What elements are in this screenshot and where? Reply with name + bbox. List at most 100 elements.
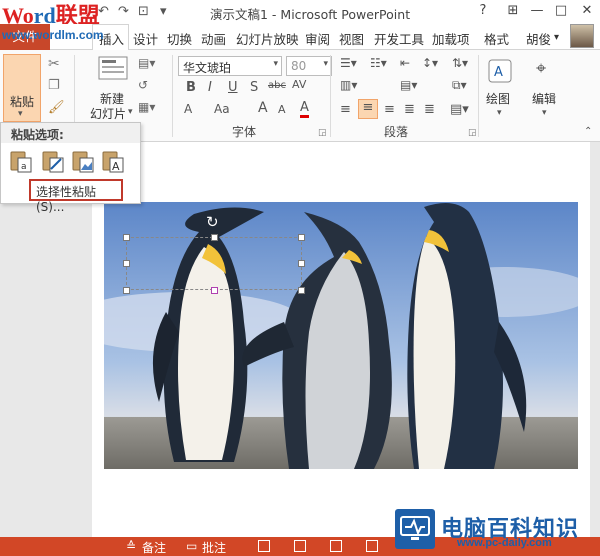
- selection-box[interactable]: [126, 237, 302, 290]
- notes-button[interactable]: 备注: [142, 539, 166, 556]
- svg-text:a: a: [21, 162, 27, 172]
- paragraph-group-label: 段落: [384, 125, 409, 139]
- tab-slideshow[interactable]: 幻灯片放映: [236, 29, 299, 48]
- align-center-icon[interactable]: ≡: [358, 99, 378, 119]
- ribbon-display-icon[interactable]: ⊞: [500, 0, 526, 22]
- drawing-dropdown-icon[interactable]: ▾: [497, 108, 502, 118]
- editing-label[interactable]: 编辑: [532, 90, 556, 107]
- redo-icon[interactable]: ↷: [118, 4, 129, 19]
- char-spacing-button[interactable]: AV: [292, 78, 306, 91]
- font-name-combo[interactable]: 华文琥珀 ▾: [178, 56, 282, 76]
- decrease-indent-icon[interactable]: ⇤: [400, 56, 410, 70]
- tab-addins[interactable]: 加载项: [432, 29, 470, 48]
- shadow-button[interactable]: S: [250, 80, 258, 95]
- tab-developer[interactable]: 开发工具: [374, 29, 424, 48]
- resize-handle-b[interactable]: [211, 287, 218, 294]
- editing-dropdown-icon[interactable]: ▾: [542, 108, 547, 118]
- account-name[interactable]: 胡俊: [526, 29, 551, 48]
- tab-review[interactable]: 审阅: [305, 29, 330, 48]
- svg-text:A: A: [494, 65, 503, 80]
- brand-url: www.pc-daily.com: [457, 537, 552, 549]
- tab-format[interactable]: 格式: [484, 29, 509, 48]
- paragraph-dialog-launcher-icon[interactable]: ◲: [468, 128, 477, 138]
- normal-view-icon[interactable]: [258, 540, 270, 552]
- align-right-icon[interactable]: ≡: [384, 102, 395, 117]
- clear-format-button[interactable]: A: [184, 102, 192, 116]
- resize-handle-l[interactable]: [123, 260, 130, 267]
- minimize-button[interactable]: —: [524, 0, 550, 22]
- avatar[interactable]: [570, 24, 594, 48]
- section-icon[interactable]: ▦▾: [138, 100, 155, 114]
- rotate-handle-icon[interactable]: ↻: [206, 213, 219, 231]
- drawing-label[interactable]: 绘图: [486, 90, 510, 107]
- new-slide-dropdown-icon[interactable]: ▾: [128, 107, 133, 117]
- new-slide-label-2[interactable]: 幻灯片: [90, 105, 126, 122]
- keep-text-only-icon[interactable]: A: [101, 149, 125, 173]
- undo-icon[interactable]: ↶: [98, 4, 109, 19]
- slide-sorter-icon[interactable]: [294, 540, 306, 552]
- align-left-icon[interactable]: ≡: [340, 102, 351, 117]
- font-color-button[interactable]: A: [300, 100, 309, 118]
- underline-button[interactable]: U: [228, 80, 238, 95]
- close-button[interactable]: ✕: [574, 0, 600, 22]
- resize-handle-tr[interactable]: [298, 234, 305, 241]
- bold-button[interactable]: B: [186, 80, 196, 95]
- layout-icon[interactable]: ▤▾: [138, 56, 155, 70]
- brand-logo-icon: [395, 509, 435, 549]
- reading-view-icon[interactable]: [330, 540, 342, 552]
- italic-button[interactable]: I: [208, 80, 212, 95]
- cut-icon[interactable]: ✂: [48, 56, 60, 72]
- strikethrough-button[interactable]: abc: [268, 80, 286, 91]
- smartart-icon[interactable]: ⧉▾: [452, 78, 467, 93]
- comments-icon[interactable]: ▭: [186, 539, 197, 553]
- account-dropdown-icon[interactable]: ▾: [554, 32, 559, 43]
- find-binoculars-icon[interactable]: ⌖: [536, 58, 546, 79]
- grow-font-button[interactable]: A: [258, 100, 268, 116]
- paste-options-header: 粘贴选项:: [1, 123, 140, 143]
- separator: [478, 55, 479, 137]
- customize-qat-icon[interactable]: ▾: [160, 4, 167, 19]
- numbering-icon[interactable]: ☷▾: [370, 56, 387, 70]
- resize-handle-tl[interactable]: [123, 234, 130, 241]
- shrink-font-button[interactable]: A: [278, 103, 286, 116]
- reset-icon[interactable]: ↺: [138, 78, 148, 92]
- paste-label: 粘贴: [10, 95, 35, 109]
- column-layout-icon[interactable]: ▤▾: [450, 102, 469, 117]
- resize-handle-bl[interactable]: [123, 287, 130, 294]
- format-painter-icon[interactable]: 🖌: [48, 100, 65, 115]
- paste-special-item[interactable]: 选择性粘贴(S)...: [29, 179, 123, 214]
- resize-handle-r[interactable]: [298, 260, 305, 267]
- use-destination-theme-icon[interactable]: a: [9, 149, 33, 173]
- align-text-icon[interactable]: ▤▾: [400, 78, 417, 92]
- slideshow-view-icon[interactable]: [366, 540, 378, 552]
- comments-button[interactable]: 批注: [202, 539, 226, 556]
- columns-icon[interactable]: ▥▾: [340, 78, 357, 92]
- collapse-ribbon-icon[interactable]: ⌃: [584, 126, 592, 137]
- bullets-icon[interactable]: ☰▾: [340, 56, 357, 70]
- tab-view[interactable]: 视图: [339, 29, 364, 48]
- tab-animations[interactable]: 动画: [201, 29, 226, 48]
- resize-handle-t[interactable]: [211, 234, 218, 241]
- font-size-combo[interactable]: 80 ▾: [286, 56, 332, 76]
- paste-options-menu: 粘贴选项: a A 选择性粘贴(S)...: [0, 122, 141, 214]
- tab-design[interactable]: 设计: [133, 29, 158, 48]
- brand-watermark: 电脑百科知识 www.pc-daily.com: [395, 505, 600, 556]
- font-dialog-launcher-icon[interactable]: ◲: [318, 128, 327, 138]
- drawing-icon[interactable]: A: [487, 58, 513, 84]
- notes-icon[interactable]: ≙: [126, 539, 136, 553]
- restore-button[interactable]: □: [548, 0, 574, 22]
- paste-button[interactable]: 粘贴 ▾: [3, 54, 41, 122]
- keep-source-formatting-icon[interactable]: [41, 149, 65, 173]
- copy-icon[interactable]: ❐: [48, 78, 60, 93]
- help-button[interactable]: ?: [470, 0, 496, 22]
- text-direction-icon[interactable]: ⇅▾: [452, 56, 468, 70]
- line-spacing-icon[interactable]: ↕▾: [422, 56, 438, 70]
- distributed-icon[interactable]: ≣: [424, 102, 435, 117]
- resize-handle-br[interactable]: [298, 287, 305, 294]
- start-slideshow-icon[interactable]: ⊡: [138, 4, 149, 19]
- tab-transitions[interactable]: 切换: [167, 29, 192, 48]
- new-slide-icon[interactable]: [96, 54, 130, 84]
- change-case-button[interactable]: Aa: [214, 102, 230, 116]
- paste-as-picture-icon[interactable]: [71, 149, 95, 173]
- justify-icon[interactable]: ≣: [404, 102, 415, 117]
